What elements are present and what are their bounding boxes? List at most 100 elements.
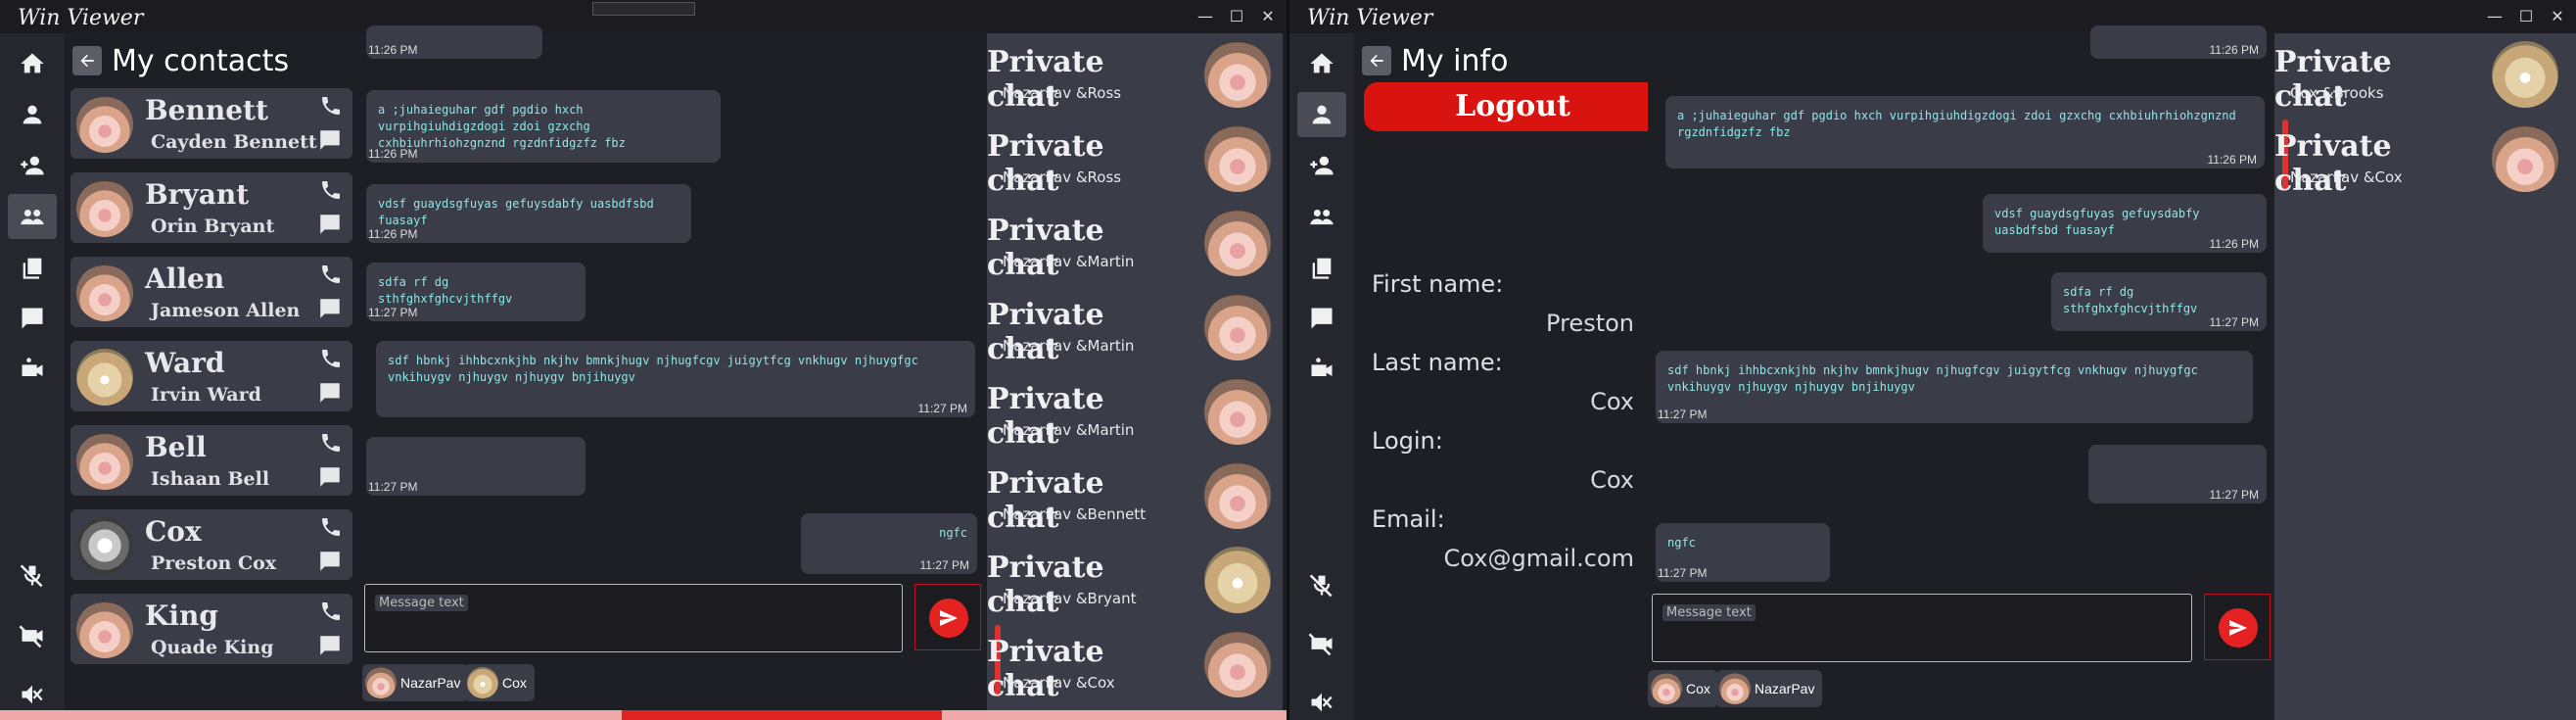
last-name-value: Cox — [1590, 388, 1634, 415]
member-chip[interactable]: Cox — [1648, 670, 1718, 707]
nav-home[interactable] — [1297, 41, 1346, 86]
nav-add-contact[interactable] — [1297, 143, 1346, 188]
nav-copy[interactable] — [8, 245, 57, 290]
nav-video-call[interactable] — [8, 347, 57, 392]
nav-profile[interactable] — [1297, 92, 1346, 137]
nav-sidebar — [0, 33, 65, 720]
nav-profile[interactable] — [8, 92, 57, 137]
nav-mic-off[interactable] — [8, 552, 57, 598]
send-button[interactable] — [2204, 594, 2271, 660]
private-chat-item[interactable]: Private chat NazarPav &Ross — [987, 118, 1283, 202]
back-button[interactable] — [72, 46, 102, 75]
private-chat-item[interactable]: Private chat NazarPav &Ross — [987, 33, 1283, 118]
avatar — [76, 180, 133, 237]
nav-chat[interactable] — [1297, 296, 1346, 341]
message-text: vdsf guaydsgfuyas gefuysdabfy uasbdfsbd … — [378, 197, 654, 227]
nav-chat[interactable] — [8, 296, 57, 341]
private-chat-members: NazarPav &Ross — [1003, 84, 1122, 102]
contact-row[interactable]: Bennett Cayden Bennett — [70, 88, 352, 159]
contact-row[interactable]: Cox Preston Cox — [70, 509, 352, 580]
send-button[interactable] — [914, 584, 981, 650]
contact-row[interactable]: Bell Ishaan Bell — [70, 425, 352, 496]
message-icon[interactable] — [317, 633, 343, 658]
private-chat-title: Private chat — [987, 551, 1104, 619]
contact-row[interactable]: King Quade King — [70, 594, 352, 664]
message-text: ngfc — [939, 526, 967, 540]
private-chat-title: Private chat — [987, 298, 1104, 366]
avatar-image — [1651, 673, 1682, 704]
send-icon — [940, 610, 958, 626]
add-contact-icon — [21, 156, 44, 175]
private-chat-item[interactable]: Private chat NazarPav &Martin — [987, 370, 1283, 455]
logout-button[interactable]: Logout — [1364, 82, 1662, 131]
nav-contacts[interactable] — [8, 194, 57, 239]
avatar-image — [76, 517, 133, 574]
message-icon[interactable] — [317, 127, 343, 153]
message-icon[interactable] — [317, 380, 343, 406]
contact-row[interactable]: Ward Irvin Ward — [70, 341, 352, 411]
phone-icon[interactable] — [319, 94, 343, 118]
nav-sidebar — [1289, 33, 1354, 720]
message-icon[interactable] — [317, 549, 343, 574]
avatar-image — [1204, 125, 1271, 192]
message-time: 11:27 PM — [1658, 408, 1708, 421]
private-chat-item[interactable]: Private chat NazarPav &Bennett — [987, 455, 1283, 539]
message-icon[interactable] — [317, 212, 343, 237]
private-chat-members: NazarPav &Martin — [1003, 337, 1135, 355]
maximize-button[interactable]: ☐ — [1228, 8, 1245, 25]
private-chat-item[interactable]: Private chat NazarPav &Cox — [987, 623, 1283, 707]
private-chat-item[interactable]: Private chat NazarPav &Cox — [2274, 118, 2570, 202]
mic-off-icon — [1309, 574, 1333, 598]
message-input[interactable]: Message text — [1652, 594, 2192, 662]
contact-fullname: Orin Bryant — [151, 216, 275, 237]
message-icon[interactable] — [317, 296, 343, 321]
close-button[interactable]: ✕ — [2549, 8, 2566, 25]
minimize-button[interactable]: — — [1196, 8, 1214, 25]
avatar-image — [467, 667, 498, 698]
nav-video-call[interactable] — [1297, 347, 1346, 392]
member-chip[interactable]: NazarPav — [362, 664, 469, 701]
back-button[interactable] — [1362, 46, 1391, 75]
contact-fullname: Quade King — [151, 637, 274, 658]
contact-name: Cox — [145, 515, 202, 548]
drag-handle[interactable] — [592, 2, 695, 16]
close-button[interactable]: ✕ — [1259, 8, 1277, 25]
progress-fill — [622, 710, 942, 720]
message-bubble: vdsf guaydsgfuyas gefuysdabfy uasbdfsbd … — [366, 184, 691, 243]
nav-sound-off[interactable] — [1297, 680, 1346, 720]
private-chat-item[interactable]: Private chat NazarPav &Martin — [987, 202, 1283, 286]
message-text: a ;juhaieguhar gdf pgdio hxch vurpihgiuh… — [378, 103, 626, 150]
message-input[interactable]: Message text — [364, 584, 903, 652]
maximize-button[interactable]: ☐ — [2517, 8, 2535, 25]
member-chip[interactable]: NazarPav — [1716, 670, 1823, 707]
message-time: 11:26 PM — [2209, 237, 2259, 251]
phone-icon[interactable] — [319, 600, 343, 623]
message-time: 11:27 PM — [2209, 315, 2259, 329]
message-bubble: ngfc 11:27 PM — [801, 513, 977, 574]
nav-camera-off[interactable] — [1297, 621, 1346, 666]
sound-off-icon — [1311, 693, 1333, 712]
contact-row[interactable]: Allen Jameson Allen — [70, 257, 352, 327]
message-bubble: 11:27 PM — [366, 437, 585, 496]
private-chat-item[interactable]: Private chat NazarPav &Bryant — [987, 539, 1283, 623]
contact-row[interactable]: Bryant Orin Bryant — [70, 172, 352, 243]
chat-area: 11:26 PM a ;juhaieguhar gdf pgdio hxch vu… — [358, 25, 985, 710]
nav-home[interactable] — [8, 41, 57, 86]
nav-add-contact[interactable] — [8, 143, 57, 188]
phone-icon[interactable] — [319, 263, 343, 286]
message-bubble: 11:27 PM — [2088, 445, 2267, 504]
private-chat-item[interactable]: Private chat NazarPav &Martin — [987, 286, 1283, 370]
nav-camera-off[interactable] — [8, 613, 57, 658]
phone-icon[interactable] — [319, 347, 343, 370]
message-icon[interactable] — [317, 464, 343, 490]
phone-icon[interactable] — [319, 178, 343, 202]
nav-contacts[interactable] — [1297, 194, 1346, 239]
nav-mic-off[interactable] — [1297, 562, 1346, 607]
private-chat-item[interactable]: Private chat Cox &Brooks — [2274, 33, 2570, 118]
message-bubble: 11:26 PM — [366, 25, 542, 59]
phone-icon[interactable] — [319, 515, 343, 539]
phone-icon[interactable] — [319, 431, 343, 455]
minimize-button[interactable]: — — [2486, 8, 2504, 25]
member-chip[interactable]: Cox — [464, 664, 535, 701]
nav-copy[interactable] — [1297, 245, 1346, 290]
